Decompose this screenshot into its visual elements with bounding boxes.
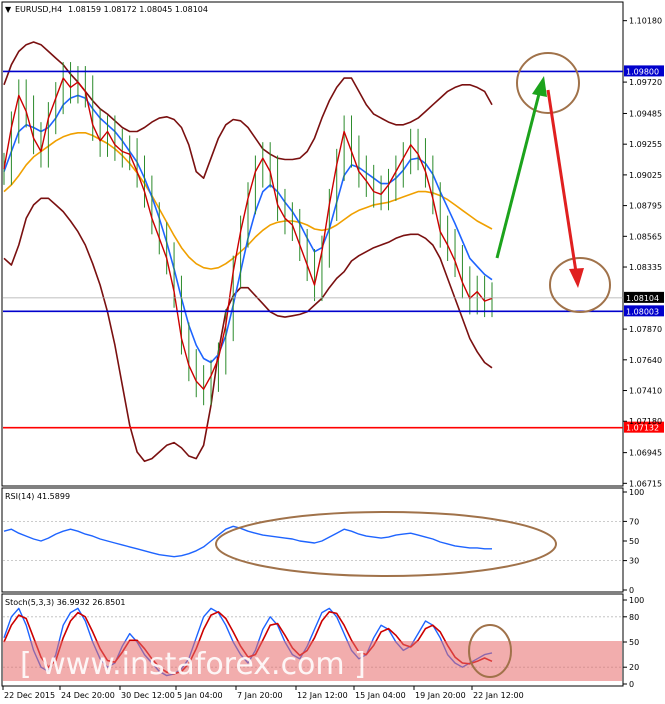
- level-tag-label: 1.08003: [626, 307, 659, 316]
- x-tick-label: 22 Jan 12:00: [473, 691, 524, 700]
- stoch-tick-label: 100: [629, 596, 644, 605]
- price-tick-label: 1.09025: [629, 171, 662, 180]
- ohlc-label: 1.08159 1.08172 1.08045 1.08104: [68, 5, 208, 14]
- price-tick-label: 1.08335: [629, 263, 662, 272]
- x-tick-label: 30 Dec 12:00: [121, 691, 175, 700]
- price-tick-label: 1.07410: [629, 387, 662, 396]
- price-tick-label: 1.07640: [629, 356, 662, 365]
- x-tick-label: 19 Jan 20:00: [415, 691, 466, 700]
- chart-window: 1.09800 1.08003 1.07132 1.08104 1.10180 1.09…: [0, 0, 665, 704]
- x-tick-label: 12 Jan 12:00: [297, 691, 348, 700]
- stoch-tick-label: 50: [629, 638, 639, 647]
- watermark-text: [ www.instaforex.com ]: [20, 647, 366, 682]
- stoch-tick-label: 0: [629, 680, 634, 689]
- price-tick-label: 1.10180: [629, 17, 662, 26]
- x-tick-label: 15 Jan 04:00: [355, 691, 406, 700]
- price-tick-label: 1.06945: [629, 449, 662, 458]
- price-tick-label: 1.09720: [629, 78, 662, 87]
- price-panel: [1, 1, 624, 487]
- rsi-title: RSI(14) 41.5899: [5, 492, 70, 501]
- price-tick-label: 1.07180: [629, 417, 662, 426]
- x-tick-label: 5 Jan 04:00: [177, 691, 223, 700]
- x-tick-label: 24 Dec 20:00: [61, 691, 115, 700]
- price-tick-label: 1.08795: [629, 202, 662, 211]
- price-tick-label: 1.06715: [629, 479, 662, 488]
- stoch-title: Stoch(5,3,3) 36.9932 26.8501: [5, 598, 125, 607]
- rsi-tick-label: 0: [629, 586, 634, 595]
- stoch-tick-label: 20: [629, 663, 639, 672]
- rsi-tick-label: 100: [629, 488, 644, 497]
- stoch-tick-label: 80: [629, 613, 639, 622]
- chart-triangle-icon: ▼: [5, 5, 12, 14]
- price-tick-label: 1.09255: [629, 140, 662, 149]
- rsi-tick-label: 70: [629, 517, 639, 526]
- rsi-tick-label: 50: [629, 537, 639, 546]
- price-tick-label: 1.07870: [629, 325, 662, 334]
- rsi-tick-label: 30: [629, 557, 639, 566]
- x-tick-label: 22 Dec 2015: [4, 691, 55, 700]
- current-price-label: 1.08104: [626, 294, 659, 303]
- chart-canvas: 1.098001.080031.071321.08104 1.101801.09…: [0, 0, 665, 704]
- level-tag-label: 1.09800: [626, 67, 659, 76]
- rsi-panel: [1, 487, 624, 593]
- symbol-label: EURUSD,H4: [15, 5, 62, 14]
- price-tick-label: 1.08565: [629, 232, 662, 241]
- price-tick-label: 1.09485: [629, 109, 662, 118]
- x-tick-label: 7 Jan 20:00: [237, 691, 283, 700]
